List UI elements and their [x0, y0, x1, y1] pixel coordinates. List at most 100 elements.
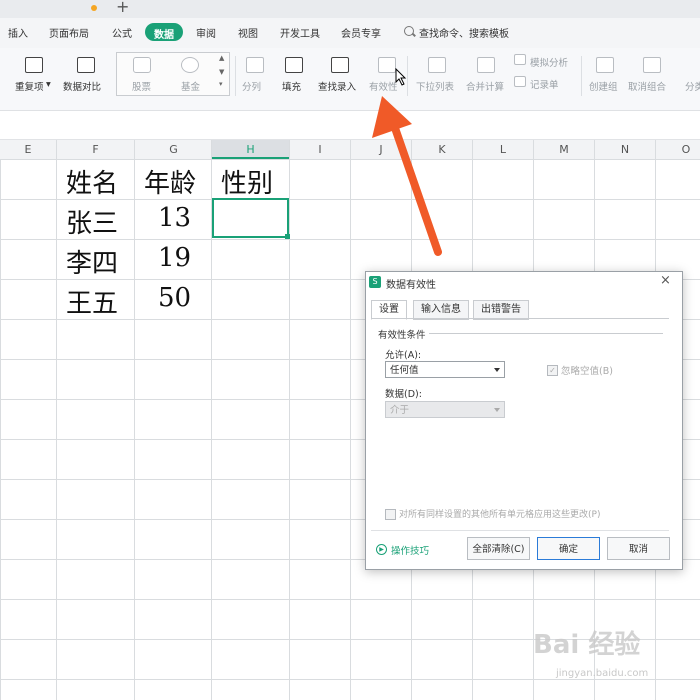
remove-duplicates-button[interactable]: 重复项 — [15, 79, 44, 93]
active-cell[interactable] — [212, 198, 289, 238]
search-command-label[interactable]: 查找命令、搜索模板 — [419, 25, 509, 40]
stock-icon[interactable] — [133, 57, 151, 73]
cell-header-name[interactable]: 姓名 — [66, 163, 118, 200]
cell-header-age[interactable]: 年龄 — [144, 163, 196, 200]
formula-bar[interactable] — [0, 111, 700, 140]
fund-button[interactable]: 基金 — [181, 79, 200, 93]
cell-name[interactable]: 张三 — [66, 203, 118, 240]
subtotal-button[interactable]: 分类 — [685, 79, 700, 93]
gallery-up-icon[interactable]: ▲ — [219, 54, 224, 62]
cell-header-gender[interactable]: 性别 — [221, 163, 273, 200]
ignore-blank-label: 忽略空值(B) — [561, 366, 613, 377]
ignore-blank-checkbox[interactable]: ✓ — [547, 365, 558, 376]
cell-age[interactable]: 13 — [158, 203, 191, 233]
grid-line — [134, 140, 135, 700]
cell-age[interactable]: 50 — [158, 283, 191, 313]
watermark-url: jingyan.baidu.com — [556, 668, 649, 679]
ungroup-button[interactable]: 取消组合 — [628, 79, 666, 93]
tab-settings[interactable]: 设置 — [371, 300, 407, 320]
dropdown-list-button[interactable]: 下拉列表 — [416, 79, 454, 93]
consolidate-icon[interactable] — [477, 57, 495, 73]
split-column-button[interactable]: 分列 — [242, 79, 261, 93]
column-header-selected[interactable]: H — [212, 140, 289, 159]
menu-formula[interactable]: 公式 — [112, 25, 132, 40]
what-if-icon[interactable] — [514, 54, 526, 65]
tab-input-message[interactable]: 输入信息 — [413, 300, 469, 320]
lookup-entry-button[interactable]: 查找录入 — [318, 79, 356, 93]
tips-link[interactable]: 操作技巧 — [391, 543, 429, 557]
menu-review[interactable]: 审阅 — [196, 25, 216, 40]
unsaved-dot-icon — [91, 5, 97, 11]
ribbon-separator — [407, 56, 408, 96]
apply-all-label: 对所有同样设置的其他所有单元格应用这些更改(P) — [399, 510, 601, 520]
column-header[interactable]: N — [595, 140, 655, 159]
data-compare-button[interactable]: 数据对比 — [63, 79, 101, 93]
app-logo-icon: S — [369, 276, 381, 288]
validity-criteria-label: 有效性条件 — [378, 327, 429, 341]
cell-age[interactable]: 19 — [158, 243, 191, 273]
column-header[interactable]: K — [412, 140, 472, 159]
ribbon-separator — [235, 56, 236, 96]
fill-icon[interactable] — [285, 57, 303, 73]
chevron-down-icon — [494, 408, 500, 412]
record-form-icon[interactable] — [514, 76, 526, 87]
menu-insert[interactable]: 插入 — [8, 25, 28, 40]
allow-select[interactable]: 任何值 — [385, 361, 505, 378]
validity-icon[interactable] — [378, 57, 396, 73]
column-header[interactable]: E — [0, 140, 56, 159]
close-icon[interactable]: × — [660, 273, 671, 288]
column-header[interactable]: I — [290, 140, 350, 159]
tab-error-alert[interactable]: 出错警告 — [473, 300, 529, 320]
footer-divider — [371, 530, 669, 531]
menu-developer[interactable]: 开发工具 — [280, 25, 320, 40]
dialog-title: 数据有效性 — [386, 280, 436, 291]
ribbon-separator — [581, 56, 582, 96]
allow-select-value: 任何值 — [390, 365, 419, 376]
fund-icon[interactable] — [181, 57, 199, 73]
fill-handle[interactable] — [285, 234, 290, 239]
grid-line — [289, 140, 290, 700]
record-form-button[interactable]: 记录单 — [530, 77, 559, 91]
gallery-expand-icon[interactable]: ▾ — [219, 80, 223, 88]
cell-name[interactable]: 李四 — [66, 243, 118, 280]
clear-all-button[interactable]: 全部清除(C) — [467, 537, 530, 560]
new-tab-plus-icon[interactable]: + — [116, 0, 129, 16]
group-button[interactable]: 创建组 — [589, 79, 618, 93]
data-select[interactable]: 介于 — [385, 401, 505, 418]
title-strip — [0, 0, 700, 18]
chevron-down-icon — [494, 368, 500, 372]
menu-member[interactable]: 会员专享 — [341, 25, 381, 40]
menu-data[interactable]: 数据 — [145, 26, 183, 41]
ok-button[interactable]: 确定 — [537, 537, 600, 560]
column-header[interactable]: L — [473, 140, 533, 159]
menu-view[interactable]: 视图 — [238, 25, 258, 40]
split-column-icon[interactable] — [246, 57, 264, 73]
watermark-logo: Bai 经验 — [533, 630, 641, 660]
column-header[interactable]: F — [57, 140, 134, 159]
grid-line — [56, 140, 57, 700]
dropdown-list-icon[interactable] — [428, 57, 446, 73]
menu-page-layout[interactable]: 页面布局 — [49, 25, 89, 40]
cell-name[interactable]: 王五 — [66, 283, 118, 320]
data-compare-icon[interactable] — [77, 57, 95, 73]
data-select-value: 介于 — [390, 405, 410, 416]
ungroup-icon[interactable] — [643, 57, 661, 73]
dropdown-caret-icon: ▾ — [46, 79, 51, 90]
remove-duplicates-icon[interactable] — [25, 57, 43, 73]
cancel-button[interactable]: 取消 — [607, 537, 670, 560]
stock-button[interactable]: 股票 — [132, 79, 151, 93]
group-icon[interactable] — [596, 57, 614, 73]
gallery-down-icon[interactable]: ▼ — [219, 68, 224, 76]
column-header[interactable]: M — [534, 140, 594, 159]
consolidate-button[interactable]: 合并计算 — [466, 79, 504, 93]
apply-all-checkbox[interactable] — [385, 509, 396, 520]
column-header[interactable]: J — [351, 140, 411, 159]
what-if-button[interactable]: 模拟分析 — [530, 55, 568, 69]
play-icon[interactable]: ▶ — [376, 544, 387, 555]
column-header[interactable]: O — [656, 140, 700, 159]
lookup-entry-icon[interactable] — [331, 57, 349, 73]
fill-button[interactable]: 填充 — [282, 79, 301, 93]
search-icon[interactable] — [404, 26, 414, 36]
column-header[interactable]: G — [135, 140, 212, 159]
validity-button[interactable]: 有效性 — [369, 79, 398, 93]
